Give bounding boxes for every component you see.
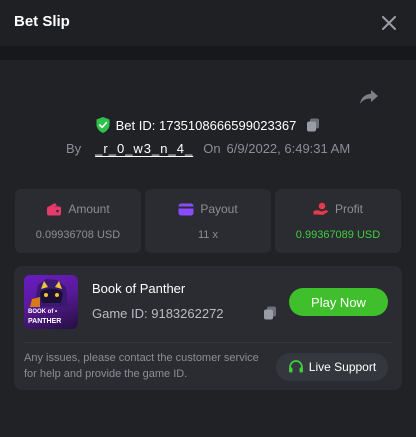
shield-check-icon: [96, 117, 110, 133]
game-id: Game ID: 9183262272: [92, 306, 224, 321]
copy-bet-id-icon[interactable]: [306, 118, 320, 132]
bet-id: Bet ID: 1735108666599023367: [115, 117, 297, 133]
support-note: Any issues, please contact the customer …: [24, 352, 259, 380]
amount-label: Amount: [68, 202, 110, 216]
live-support-button[interactable]: Live Support: [276, 353, 388, 381]
wallet-icon: [47, 203, 62, 216]
live-support-label: Live Support: [308, 360, 377, 374]
modal-title: Bet Slip: [14, 13, 70, 30]
game-card: BOOK of • PANTHER Book of Panther Game I…: [14, 266, 402, 390]
amount-value: 0.09936708 USD: [35, 229, 121, 241]
payout-label: Payout: [200, 202, 238, 216]
headset-icon: [288, 360, 303, 373]
close-icon: [382, 16, 396, 30]
profit-value: 0.99367089 USD: [295, 229, 381, 241]
game-name: Book of Panther: [92, 281, 186, 296]
thumb-title-bottom: PANTHER: [28, 318, 62, 325]
amount-card: Amount 0.09936708 USD: [15, 189, 141, 253]
play-now-button[interactable]: Play Now: [289, 288, 388, 316]
thumb-title-top: BOOK of •: [28, 309, 58, 315]
panther-art: [30, 279, 68, 307]
payout-card: Payout 11 x: [145, 189, 271, 253]
profit-card: Profit 0.99367089 USD: [275, 189, 401, 253]
share-button[interactable]: [358, 86, 380, 108]
game-thumbnail[interactable]: BOOK of • PANTHER: [24, 275, 78, 329]
card-icon: [178, 203, 194, 215]
copy-game-id-icon[interactable]: [263, 306, 277, 320]
share-icon: [360, 90, 378, 104]
on-label: On: [203, 140, 221, 156]
hand-coin-icon: [313, 202, 329, 215]
bet-datetime: 6/9/2022, 6:49:31 AM: [226, 140, 351, 156]
profit-label: Profit: [334, 202, 363, 216]
modal-header: Bet Slip: [0, 0, 416, 46]
divider: [24, 342, 392, 343]
bet-id-row: Bet ID: 1735108666599023367: [0, 116, 416, 134]
close-button[interactable]: [378, 12, 400, 34]
bet-meta-row: By _r_0_w3_n_4_ On 6/9/2022, 6:49:31 AM: [66, 139, 350, 157]
by-label: By: [66, 140, 82, 156]
username-link[interactable]: _r_0_w3_n_4_: [95, 141, 193, 156]
payout-value: 11 x: [198, 229, 218, 241]
